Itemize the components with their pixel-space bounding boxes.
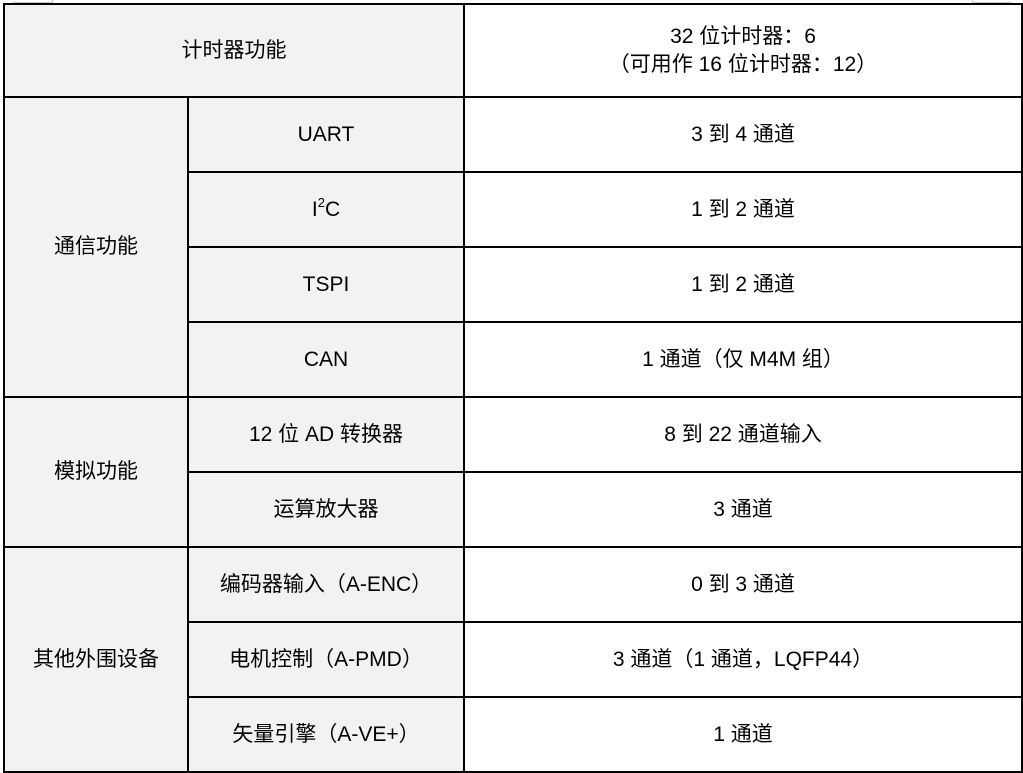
table-row: 通信功能 UART 3 到 4 通道 (3, 96, 1023, 398)
value-cell-encoder: 0 到 3 通道 (463, 546, 1023, 623)
feature-cell-uart: UART (187, 96, 465, 173)
feature-cell-vector-engine: 矢量引擎（A-VE+） (187, 696, 465, 773)
value-cell-uart: 3 到 4 通道 (463, 96, 1023, 173)
feature-cell-can: CAN (187, 321, 465, 398)
peripheral-spec-table: 计时器功能 32 位计时器：6 （可用作 16 位计时器：12） 通信功能 UA… (3, 3, 1023, 773)
feature-cell-motor-control: 电机控制（A-PMD） (187, 621, 465, 698)
value-cell-motor-control: 3 通道（1 通道，LQFP44） (463, 621, 1023, 698)
group-label-communication: 通信功能 (3, 96, 189, 398)
value-cell-opamp: 3 通道 (463, 471, 1023, 548)
timer-value-cell: 32 位计时器：6 （可用作 16 位计时器：12） (463, 3, 1023, 98)
timer-value-line1: 32 位计时器：6 (670, 24, 816, 48)
table-row: 模拟功能 12 位 AD 转换器 8 到 22 通道输入 (3, 396, 1023, 548)
value-cell-i2c: 1 到 2 通道 (463, 171, 1023, 248)
feature-cell-tspi: TSPI (187, 246, 465, 323)
table-row: 其他外围设备 编码器输入（A-ENC） 0 到 3 通道 (3, 546, 1023, 773)
value-cell-adc: 8 到 22 通道输入 (463, 396, 1023, 473)
value-cell-tspi: 1 到 2 通道 (463, 246, 1023, 323)
timer-label-cell: 计时器功能 (3, 3, 465, 98)
table-row-timer: 计时器功能 32 位计时器：6 （可用作 16 位计时器：12） (3, 3, 1023, 98)
group-label-analog: 模拟功能 (3, 396, 189, 548)
feature-cell-encoder: 编码器输入（A-ENC） (187, 546, 465, 623)
feature-cell-opamp: 运算放大器 (187, 471, 465, 548)
feature-cell-i2c: I2C (187, 171, 465, 248)
feature-cell-adc: 12 位 AD 转换器 (187, 396, 465, 473)
value-cell-can: 1 通道（仅 M4M 组） (463, 321, 1023, 398)
i2c-tail: C (324, 197, 341, 221)
value-cell-vector-engine: 1 通道 (463, 696, 1023, 773)
timer-value-line2: （可用作 16 位计时器：12） (608, 52, 878, 76)
group-label-other-peripherals: 其他外围设备 (3, 546, 189, 773)
i2c-superscript: 2 (317, 194, 325, 210)
